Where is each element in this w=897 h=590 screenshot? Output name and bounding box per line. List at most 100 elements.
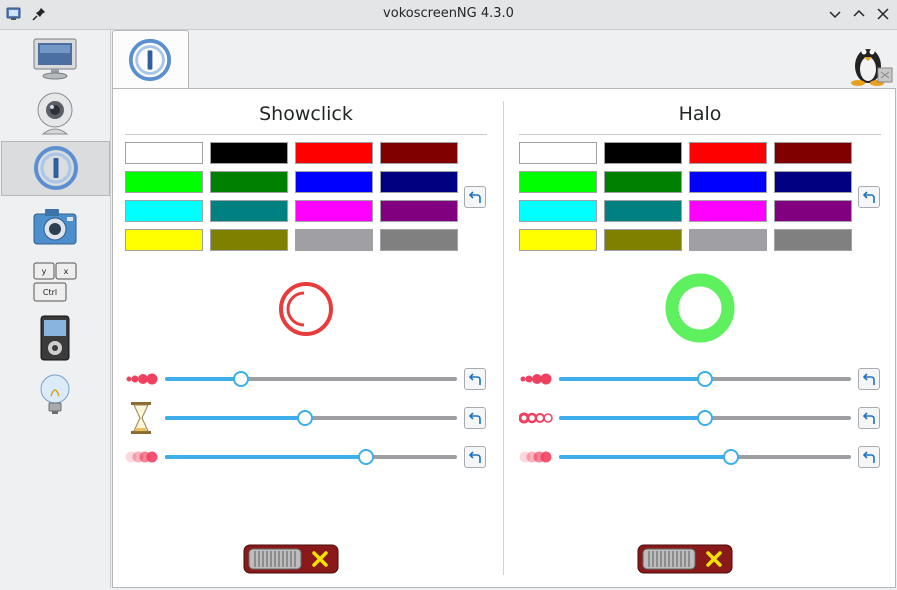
toggle-off-icon (243, 544, 339, 574)
section-divider (503, 101, 504, 575)
slider-handle[interactable] (697, 371, 713, 387)
undo-icon (468, 412, 481, 424)
showclick-title-line (125, 134, 487, 135)
halo-size-slider[interactable] (559, 370, 851, 388)
halo-color-swatch[interactable] (519, 142, 597, 164)
sidebar: y x Ctrl (0, 30, 111, 588)
showclick-opacity-slider[interactable] (165, 448, 457, 466)
halo-toggle-button[interactable] (637, 544, 733, 574)
undo-icon (468, 373, 481, 385)
showclick-color-swatch[interactable] (210, 171, 288, 193)
slider-fill (165, 377, 241, 381)
maximize-button[interactable] (850, 5, 868, 23)
showclick-color-swatch[interactable] (295, 200, 373, 222)
hourglass-icon (131, 402, 151, 434)
showclick-preview (279, 282, 333, 336)
halo-color-swatch[interactable] (604, 142, 682, 164)
showclick-opacity-reset-button[interactable] (464, 446, 486, 468)
svg-text:x: x (64, 267, 69, 276)
sidebar-item-info[interactable] (0, 366, 110, 422)
showclick-color-swatch[interactable] (210, 142, 288, 164)
slider-fill (559, 455, 732, 459)
slider-handle[interactable] (297, 410, 314, 426)
showclick-color-swatch[interactable] (210, 200, 288, 222)
showclick-color-swatch[interactable] (210, 229, 288, 251)
halo-color-swatch[interactable] (689, 142, 767, 164)
dots-size-icon (126, 373, 158, 385)
halo-color-reset-button[interactable] (858, 186, 880, 208)
showclick-color-swatch[interactable] (380, 200, 458, 222)
slider-handle[interactable] (723, 449, 740, 465)
halo-title: Halo (678, 103, 722, 125)
halo-opacity-reset-button[interactable] (858, 446, 880, 468)
undo-icon (468, 451, 481, 463)
sidebar-item-camera[interactable] (0, 86, 110, 142)
halo-ring-width-slider[interactable] (559, 409, 851, 427)
minimize-button[interactable] (826, 5, 844, 23)
halo-size-reset-button[interactable] (858, 368, 880, 390)
lightbulb-icon (40, 374, 70, 414)
halo-color-swatch[interactable] (774, 171, 852, 193)
halo-color-swatch[interactable] (519, 200, 597, 222)
svg-text:Ctrl: Ctrl (43, 288, 57, 297)
slider-handle[interactable] (232, 371, 249, 387)
showclick-color-swatch[interactable] (125, 142, 203, 164)
halo-color-swatch[interactable] (774, 229, 852, 251)
svg-text:y: y (42, 267, 47, 276)
showclick-color-swatch[interactable] (295, 229, 373, 251)
showclick-color-swatch[interactable] (380, 142, 458, 164)
halo-color-swatch[interactable] (774, 200, 852, 222)
title-bar: vokoscreenNG 4.3.0 (0, 0, 897, 30)
slider-handle[interactable] (358, 449, 375, 465)
slider-fill (165, 455, 367, 459)
showclick-color-swatch[interactable] (380, 229, 458, 251)
showclick-color-swatch[interactable] (295, 142, 373, 164)
halo-color-swatch[interactable] (689, 229, 767, 251)
sidebar-item-screenshot[interactable] (0, 198, 110, 254)
undo-icon (862, 373, 875, 385)
showclick-time-slider[interactable] (165, 409, 457, 427)
tab-showclick[interactable] (112, 30, 189, 89)
showclick-icon (128, 38, 172, 82)
showclick-color-swatch[interactable] (125, 229, 203, 251)
showclick-toggle-button[interactable] (243, 544, 339, 574)
halo-color-swatch[interactable] (604, 200, 682, 222)
tab-strip (111, 30, 895, 89)
showclick-title: Showclick (259, 103, 353, 125)
photo-camera-icon (33, 209, 77, 245)
sidebar-item-player[interactable] (0, 310, 110, 366)
dots-opacity-icon (519, 451, 552, 463)
undo-icon (468, 191, 481, 203)
halo-preview (665, 273, 735, 343)
halo-color-swatch[interactable] (519, 229, 597, 251)
undo-icon (862, 451, 875, 463)
window-title: vokoscreenNG 4.3.0 (383, 6, 514, 21)
halo-color-swatch[interactable] (689, 171, 767, 193)
close-button[interactable] (874, 5, 892, 23)
halo-color-swatch[interactable] (519, 171, 597, 193)
linux-tux-icon (851, 49, 893, 86)
showclick-color-swatch[interactable] (295, 171, 373, 193)
halo-ring-width-reset-button[interactable] (858, 407, 880, 429)
halo-color-swatch[interactable] (689, 200, 767, 222)
showclick-size-slider[interactable] (165, 370, 457, 388)
slider-fill (559, 416, 705, 420)
showclick-time-reset-button[interactable] (464, 407, 486, 429)
monitor-icon (33, 38, 77, 80)
halo-color-swatch[interactable] (774, 142, 852, 164)
showclick-size-reset-button[interactable] (464, 368, 486, 390)
sidebar-item-keyboard[interactable]: y x Ctrl (0, 254, 110, 310)
sidebar-item-showclick[interactable] (1, 141, 110, 196)
showclick-color-swatch[interactable] (125, 171, 203, 193)
showclick-color-reset-button[interactable] (464, 186, 486, 208)
halo-color-swatch[interactable] (604, 229, 682, 251)
slider-fill (559, 377, 705, 381)
slider-handle[interactable] (697, 410, 713, 426)
halo-opacity-slider[interactable] (559, 448, 851, 466)
slider-fill (165, 416, 306, 420)
showclick-icon (34, 146, 78, 190)
halo-color-swatch[interactable] (604, 171, 682, 193)
showclick-color-swatch[interactable] (380, 171, 458, 193)
showclick-color-swatch[interactable] (125, 200, 203, 222)
sidebar-item-screencast[interactable] (0, 30, 110, 86)
